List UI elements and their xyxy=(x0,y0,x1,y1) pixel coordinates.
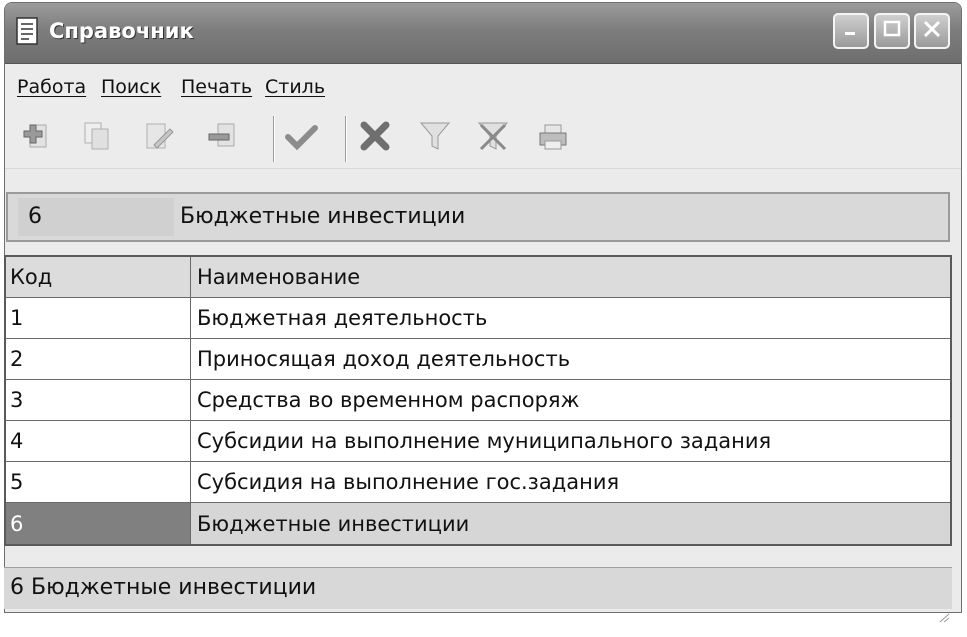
delete-record-icon xyxy=(204,119,238,157)
delete-record-button[interactable] xyxy=(201,118,241,158)
minimize-button[interactable] xyxy=(833,13,869,49)
filter-icon xyxy=(418,119,452,157)
add-record-icon xyxy=(16,119,50,157)
document-list-icon xyxy=(15,16,41,48)
window-title: Справочник xyxy=(49,19,194,43)
table-header: Код Наименование xyxy=(6,257,950,298)
cell-name: Субсидия на выполнение гос.задания xyxy=(197,470,620,494)
cell-code: 5 xyxy=(6,462,191,502)
menu-bar: Работа Поиск Печать Стиль xyxy=(5,64,961,108)
edit-record-icon xyxy=(142,119,176,157)
close-icon xyxy=(922,19,942,43)
cell-name: Бюджетная деятельность xyxy=(197,306,488,330)
menu-item-stil[interactable]: Стиль xyxy=(265,76,325,98)
column-header-name[interactable]: Наименование xyxy=(191,257,950,297)
clear-filter-icon xyxy=(476,119,510,157)
menu-item-poisk[interactable]: Поиск xyxy=(101,76,161,98)
menu-item-pechat[interactable]: Печать xyxy=(181,76,252,98)
filter-button[interactable] xyxy=(415,118,455,158)
cell-code: 4 xyxy=(6,421,191,461)
menu-item-rabota[interactable]: Работа xyxy=(17,76,86,98)
table-row[interactable]: 5 Субсидия на выполнение гос.задания xyxy=(6,462,950,503)
current-record-panel: 6 Бюджетные инвестиции xyxy=(6,192,950,242)
table-row-selected[interactable]: 6 Бюджетные инвестиции xyxy=(6,503,950,544)
table-row[interactable]: 4 Субсидии на выполнение муниципального … xyxy=(6,421,950,462)
cell-name: Приносящая доход деятельность xyxy=(197,347,571,371)
records-table: Код Наименование 1 Бюджетная деятельност… xyxy=(4,255,952,546)
cell-code: 3 xyxy=(6,380,191,420)
cell-name: Средства во временном распоряж xyxy=(197,388,580,412)
confirm-button[interactable] xyxy=(281,118,321,158)
cell-code: 6 xyxy=(6,503,191,544)
cell-name: Субсидии на выполнение муниципального за… xyxy=(197,429,772,453)
cancel-button[interactable] xyxy=(355,118,395,158)
title-bar[interactable]: Справочник xyxy=(5,3,961,64)
resize-grip-icon[interactable] xyxy=(936,597,950,623)
confirm-check-icon xyxy=(284,119,318,157)
minimize-icon xyxy=(841,19,861,43)
table-row[interactable]: 2 Приносящая доход деятельность xyxy=(6,339,950,380)
toolbar-separator xyxy=(273,116,275,162)
cell-name: Бюджетные инвестиции xyxy=(191,503,950,544)
edit-record-button[interactable] xyxy=(139,118,179,158)
cancel-x-icon xyxy=(358,119,392,157)
maximize-button[interactable] xyxy=(874,13,910,49)
column-header-code[interactable]: Код xyxy=(6,257,191,297)
add-record-button[interactable] xyxy=(13,118,53,158)
cell-code: 1 xyxy=(6,298,191,338)
clear-filter-button[interactable] xyxy=(473,118,513,158)
copy-record-icon xyxy=(80,119,114,157)
status-bar: 6 Бюджетные инвестиции xyxy=(4,567,952,623)
close-button[interactable] xyxy=(914,13,950,49)
status-text: 6 Бюджетные инвестиции xyxy=(10,575,317,600)
print-button[interactable] xyxy=(533,118,573,158)
toolbar-separator xyxy=(345,116,347,162)
table-row[interactable]: 1 Бюджетная деятельность xyxy=(6,298,950,339)
maximize-icon xyxy=(882,19,902,43)
cell-code: 2 xyxy=(6,339,191,379)
table-row[interactable]: 3 Средства во временном распоряж xyxy=(6,380,950,421)
current-record-code[interactable]: 6 xyxy=(18,198,174,236)
copy-record-button[interactable] xyxy=(77,118,117,158)
current-record-name[interactable]: Бюджетные инвестиции xyxy=(180,198,465,236)
toolbar xyxy=(5,108,961,169)
print-icon xyxy=(536,119,570,157)
